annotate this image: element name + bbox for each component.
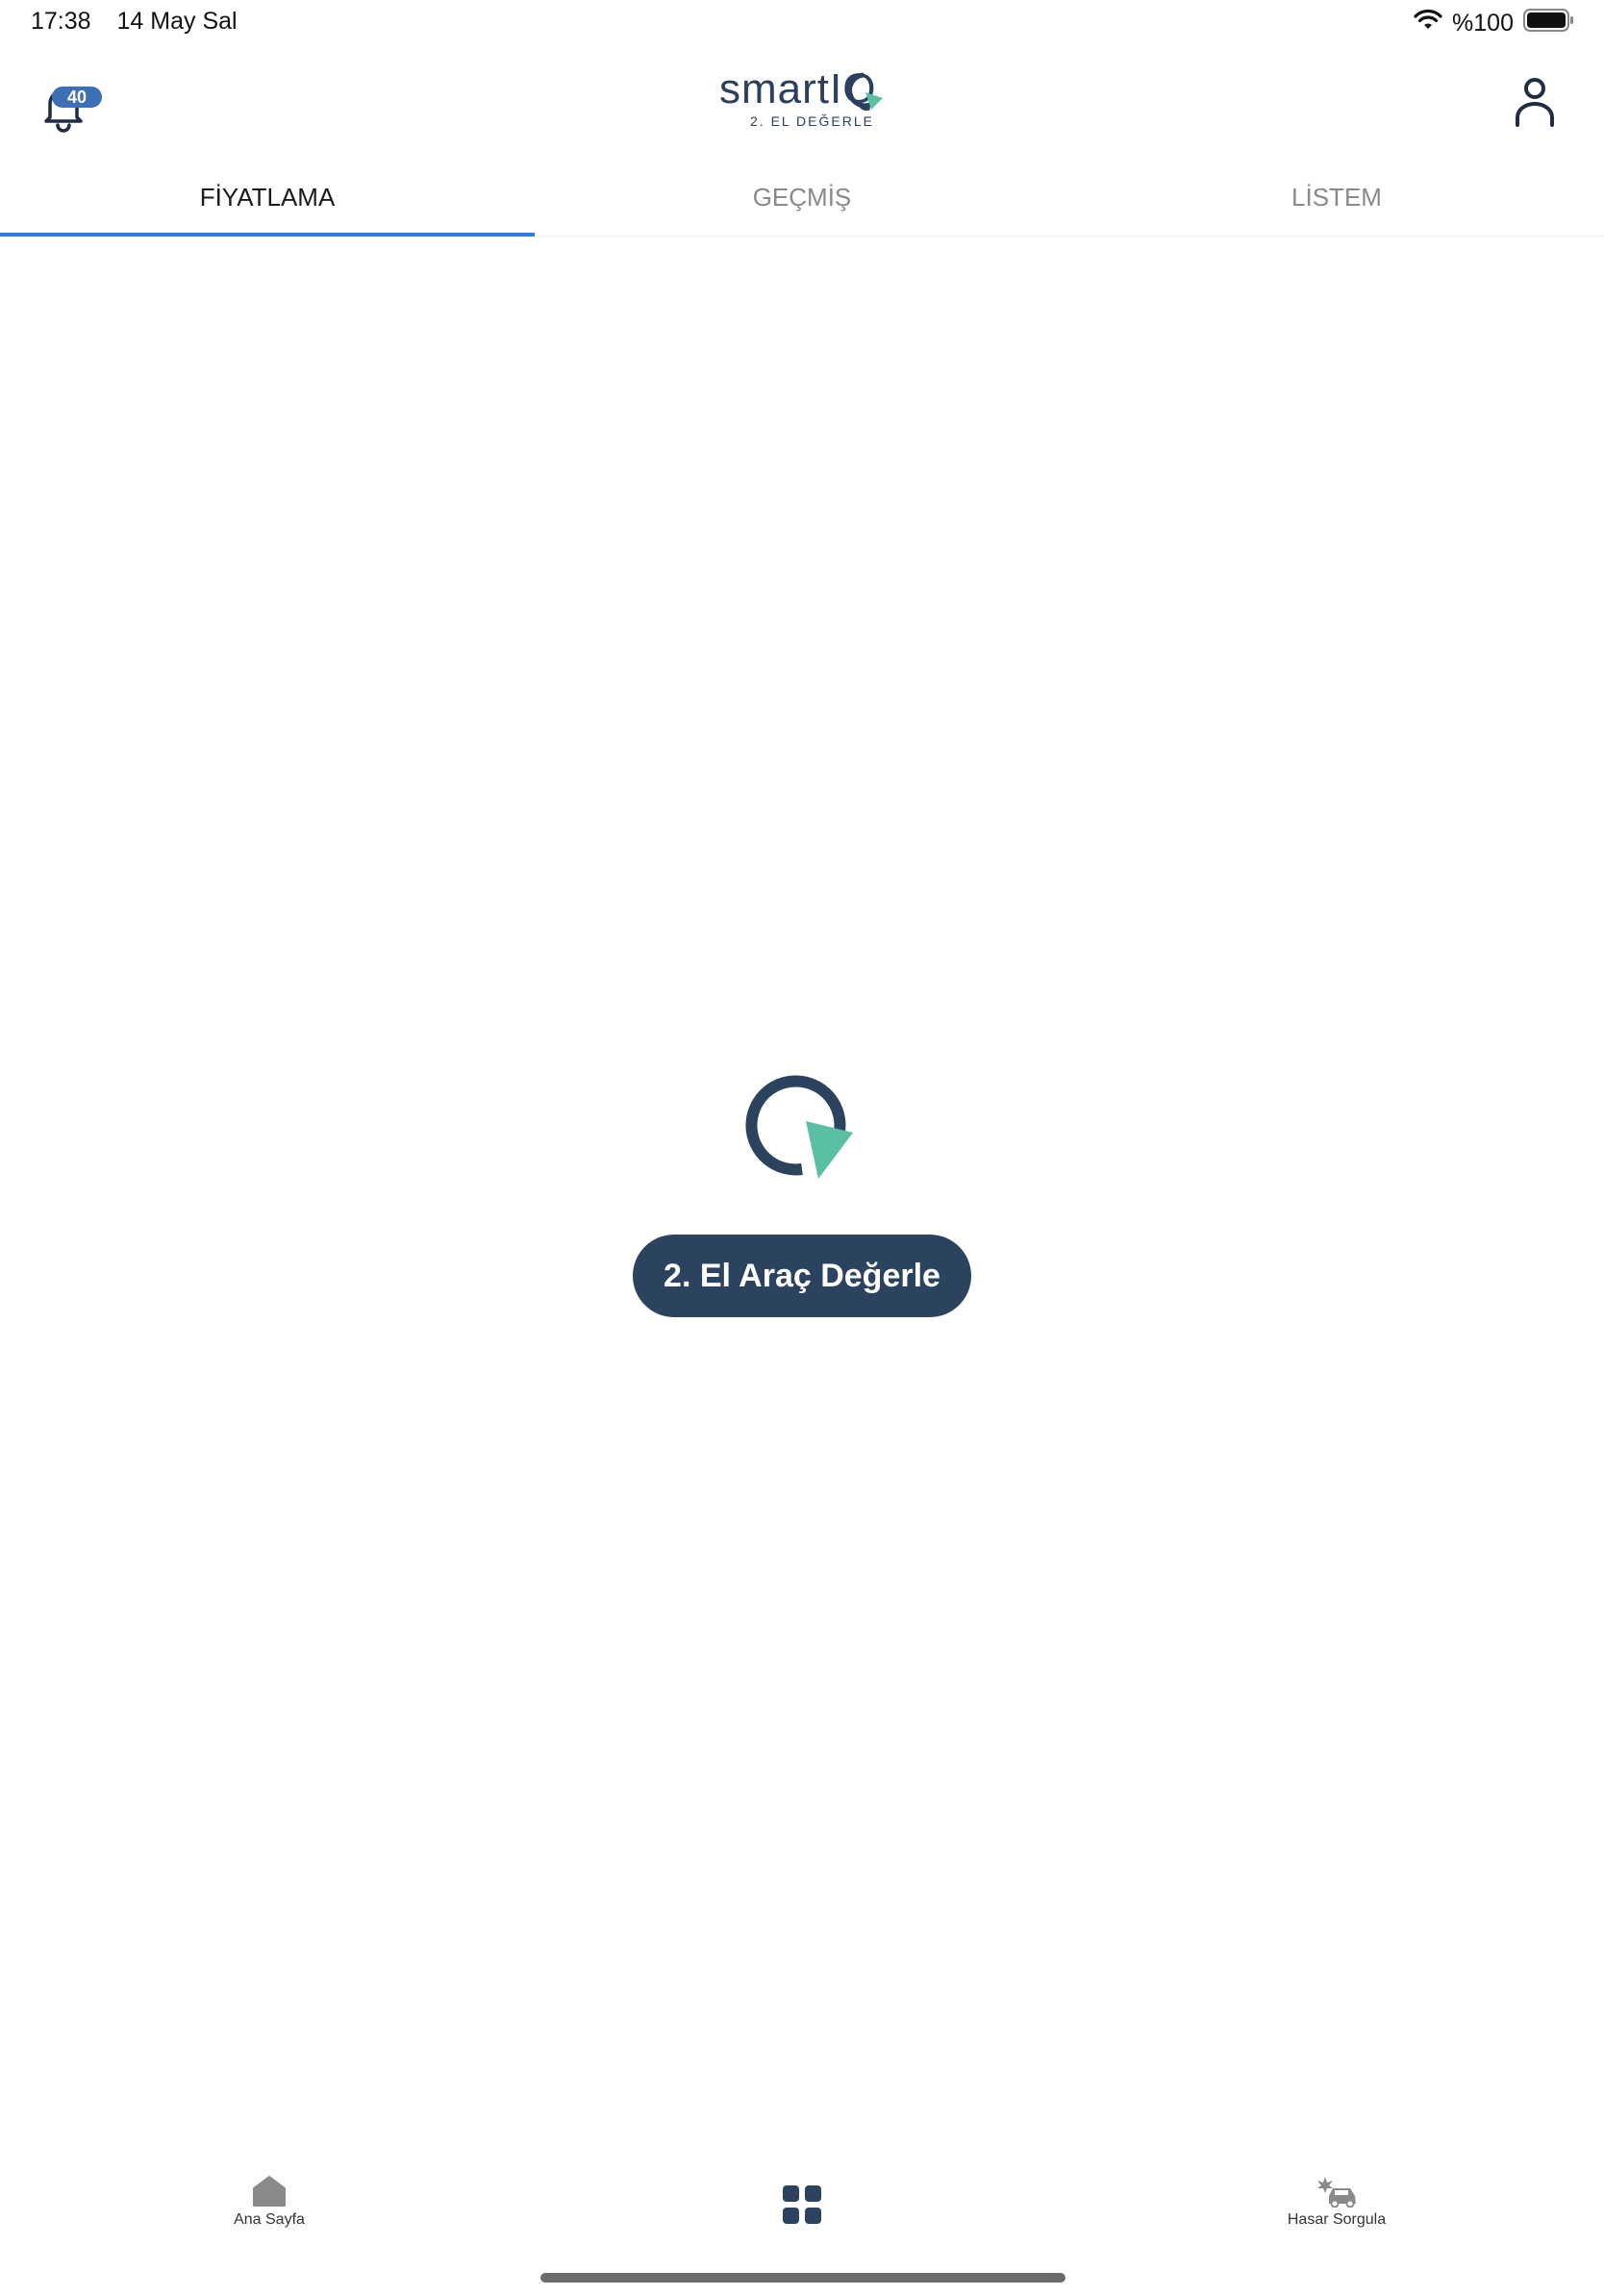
user-icon	[1516, 78, 1554, 127]
notification-badge: 40	[52, 87, 102, 108]
app-logo: smartIQ 2. EL DEĞERLE	[719, 65, 892, 133]
nav-damage-query[interactable]: Hasar Sorgula	[1241, 2175, 1433, 2229]
nav-damage-label: Hasar Sorgula	[1287, 2211, 1387, 2228]
status-right: %100	[1414, 8, 1575, 39]
tab-my-list-label: LİSTEM	[1291, 182, 1382, 212]
evaluate-used-car-button[interactable]: 2. El Araç Değerle	[633, 1235, 971, 1317]
tab-history[interactable]: GEÇMİŞ	[535, 159, 1069, 236]
profile-button[interactable]	[1506, 71, 1564, 133]
header: 40 smartIQ 2. EL DEĞERLE	[0, 58, 1604, 173]
nav-home[interactable]: Ana Sayfa	[173, 2175, 365, 2229]
screen: 17:38 14 May Sal %100 40 smartIQ 2. EL D…	[0, 0, 1604, 2296]
nav-home-label: Ana Sayfa	[234, 2211, 305, 2228]
grid-icon	[783, 2185, 821, 2224]
status-time: 17:38	[31, 8, 91, 35]
logo-subtitle: 2. EL DEĞERLE	[750, 113, 874, 129]
tab-pricing-label: FİYATLAMA	[199, 182, 336, 212]
wifi-icon	[1414, 9, 1442, 38]
brand-logo-icon	[745, 1075, 853, 1179]
bottom-nav: Ana Sayfa Hasar Sorgula	[0, 2163, 1604, 2259]
home-indicator[interactable]	[540, 2273, 1065, 2283]
tab-history-label: GEÇMİŞ	[752, 182, 852, 212]
nav-menu[interactable]	[706, 2184, 898, 2225]
notifications-button[interactable]: 40	[40, 75, 102, 133]
status-bar: 17:38 14 May Sal %100	[0, 0, 1604, 44]
tab-my-list[interactable]: LİSTEM	[1069, 159, 1604, 236]
logo-mark-icon	[847, 72, 883, 110]
tab-bar: FİYATLAMA GEÇMİŞ LİSTEM	[0, 159, 1604, 237]
tab-pricing[interactable]: FİYATLAMA	[0, 159, 535, 237]
home-icon	[253, 2176, 286, 2207]
battery-icon	[1523, 8, 1575, 39]
battery-percent: %100	[1452, 10, 1514, 37]
status-date: 14 May Sal	[116, 8, 238, 35]
car-damage-icon	[1317, 2177, 1356, 2208]
status-left: 17:38 14 May Sal	[31, 8, 238, 36]
